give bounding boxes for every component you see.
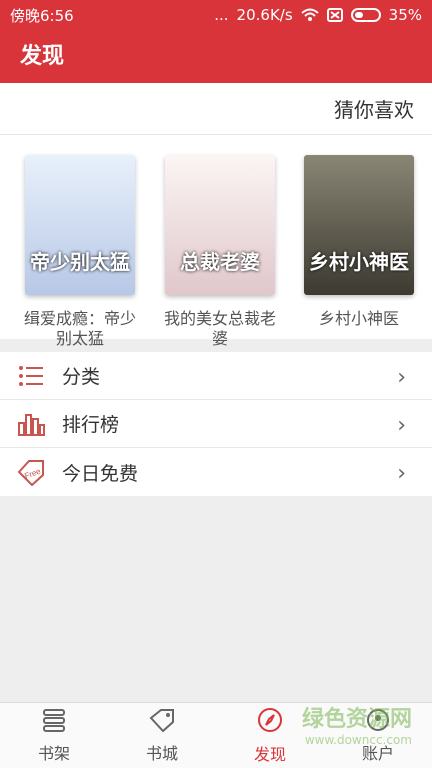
menu-item-label: 今日免费	[62, 462, 139, 485]
nav-store[interactable]: 书城	[108, 703, 216, 768]
book-card[interactable]: 帝少别太猛 缉爱成瘾：帝少别太猛	[20, 155, 140, 349]
book-card[interactable]: 乡村小神医 乡村小神医	[299, 155, 419, 349]
guess-header: 猜你喜欢	[0, 83, 432, 135]
page-title: 发现	[20, 44, 65, 69]
book-cover[interactable]: 帝少别太猛	[25, 155, 135, 295]
menu-item-label: 排行榜	[62, 414, 120, 436]
discover-menu: 分类 › 排行榜 › Free 今日免费 ›	[0, 352, 432, 496]
nav-label: 书架	[37, 743, 70, 763]
battery-icon	[350, 8, 381, 22]
chevron-right-icon: ›	[397, 365, 406, 390]
book-cover-text: 帝少别太猛	[30, 250, 130, 274]
compass-icon	[257, 707, 283, 741]
chevron-right-icon: ›	[397, 461, 406, 486]
guess-you-like-section: 猜你喜欢 帝少别太猛 缉爱成瘾：帝少别太猛 总裁老婆 我的美女总裁老婆 乡村小神…	[0, 83, 432, 348]
guess-title: 猜你喜欢	[334, 98, 414, 122]
menu-item-label: 分类	[62, 366, 101, 388]
book-cover-text: 总裁老婆	[180, 250, 260, 274]
watermark-title: 绿色资源网	[301, 707, 412, 732]
menu-item-free-today[interactable]: Free 今日免费 ›	[0, 448, 432, 496]
free-tag-icon: Free	[16, 457, 46, 487]
book-list: 帝少别太猛 缉爱成瘾：帝少别太猛 总裁老婆 我的美女总裁老婆 乡村小神医 乡村小…	[0, 155, 432, 348]
book-cover[interactable]: 总裁老婆	[165, 155, 275, 295]
watermark: 绿色资源网 www.downcc.com	[301, 707, 412, 750]
chevron-right-icon: ›	[397, 413, 406, 438]
store-tag-icon	[149, 708, 175, 740]
list-icon	[16, 361, 46, 391]
nav-label: 发现	[253, 744, 286, 764]
chart-icon	[16, 409, 46, 439]
status-bar: 傍晚6:56 ... 20.6K/s 35%	[0, 0, 432, 30]
status-time: 傍晚6:56	[10, 6, 74, 25]
book-title[interactable]: 乡村小神医	[299, 309, 419, 349]
sim-icon	[326, 8, 343, 22]
book-title[interactable]: 缉爱成瘾：帝少别太猛	[20, 309, 140, 349]
book-card[interactable]: 总裁老婆 我的美女总裁老婆	[160, 155, 280, 349]
top-bar: 傍晚6:56 ... 20.6K/s 35% 发现	[0, 0, 432, 83]
book-cover[interactable]: 乡村小神医	[304, 155, 414, 295]
menu-item-ranking[interactable]: 排行榜 ›	[0, 400, 432, 448]
network-speed: 20.6K/s	[236, 6, 293, 24]
watermark-url: www.downcc.com	[304, 733, 412, 747]
battery-percent: 35%	[388, 6, 422, 24]
book-cover-text: 乡村小神医	[309, 250, 409, 274]
book-title[interactable]: 我的美女总裁老婆	[160, 309, 280, 349]
bookshelf-icon	[41, 708, 67, 740]
status-dots: ...	[214, 6, 229, 24]
menu-item-category[interactable]: 分类 ›	[0, 352, 432, 400]
wifi-icon	[300, 8, 319, 22]
nav-label: 书城	[145, 743, 178, 763]
nav-bookshelf[interactable]: 书架	[0, 703, 108, 768]
